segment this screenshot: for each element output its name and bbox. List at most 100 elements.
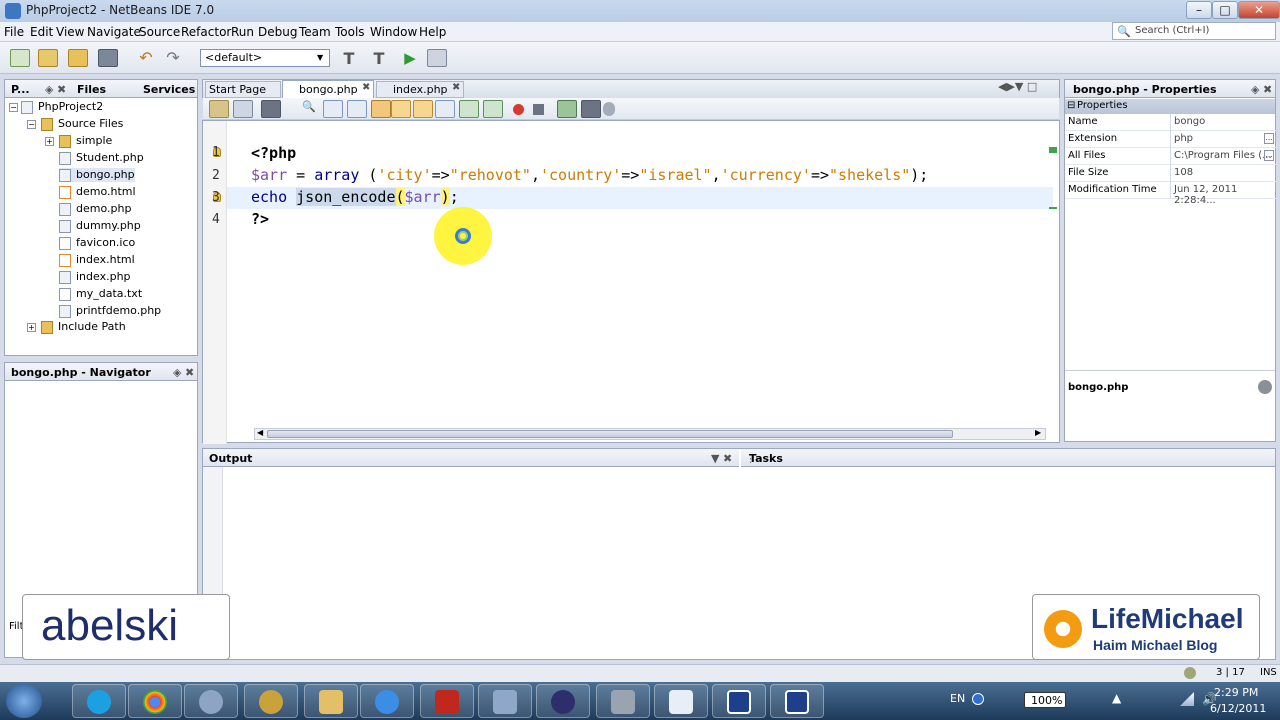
editor-horizontal-scrollbar[interactable]: ◀ ▶ (254, 428, 1046, 440)
scrollbar-thumb[interactable] (267, 430, 953, 438)
network-icon[interactable] (1180, 692, 1194, 706)
navigator-close-icon[interactable]: ◈ ✖ (173, 366, 194, 379)
forward-icon[interactable] (261, 100, 281, 118)
debug-icon[interactable] (427, 49, 447, 67)
tab-bongo-php[interactable]: bongo.php ✖ (282, 80, 374, 99)
start-macro-icon[interactable] (557, 100, 577, 118)
tree-file-selected[interactable]: bongo.php (59, 168, 135, 182)
undo-icon[interactable]: ↶ (136, 49, 156, 67)
tree-file[interactable]: my_data.txt (59, 287, 142, 301)
menu-help[interactable]: Help (419, 25, 446, 39)
taskbar-app3[interactable] (770, 684, 824, 718)
menu-refactor[interactable]: Refactor (181, 25, 231, 39)
tree-file[interactable]: favicon.ico (59, 236, 135, 250)
collapse-toggle[interactable]: ⊟ (1067, 100, 1075, 111)
open-project-icon[interactable] (68, 49, 88, 67)
property-row[interactable]: File Size 108 (1066, 165, 1276, 182)
stop-macro-icon[interactable] (533, 104, 544, 115)
expand-toggle[interactable]: + (27, 323, 36, 332)
property-row[interactable]: Modification Time Jun 12, 2011 2:28:4... (1066, 182, 1276, 206)
menu-view[interactable]: View (56, 25, 84, 39)
taskbar-recorder[interactable] (712, 684, 766, 718)
start-button[interactable] (6, 684, 42, 718)
taskbar-odf[interactable] (654, 684, 708, 718)
configuration-select[interactable]: <default> ▼ (200, 49, 330, 67)
toggle-highlight-icon[interactable] (371, 100, 391, 118)
maximize-button[interactable]: □ (1212, 1, 1238, 19)
menu-tools[interactable]: Tools (335, 25, 365, 39)
taskbar-skype[interactable] (72, 684, 126, 718)
tree-include-path[interactable]: Include Path (41, 320, 126, 334)
close-tab-icon[interactable]: ✖ (362, 82, 370, 93)
taskbar-ie[interactable] (360, 684, 414, 718)
taskbar-app2[interactable] (596, 684, 650, 718)
tab-projects[interactable]: P... (11, 83, 30, 96)
menu-source[interactable]: Source (139, 25, 180, 39)
build-icon[interactable]: T (339, 49, 359, 68)
scroll-right-icon[interactable]: ▶ (1035, 428, 1041, 437)
tree-file[interactable]: demo.php (59, 202, 131, 216)
menu-window[interactable]: Window (370, 25, 417, 39)
record-macro-icon[interactable] (513, 104, 524, 115)
collapse-toggle[interactable]: − (27, 120, 36, 129)
find-next-icon[interactable] (347, 100, 367, 118)
menu-run[interactable]: Run (231, 25, 254, 39)
tab-projects-controls[interactable]: ◈ ✖ (45, 83, 66, 96)
tree-file[interactable]: index.php (59, 270, 131, 284)
property-row[interactable]: All Files C:\Program Files (...... (1066, 148, 1276, 165)
show-hidden-icons-icon[interactable]: ▲ (1112, 691, 1121, 705)
save-all-icon[interactable] (98, 49, 118, 67)
menu-edit[interactable]: Edit (30, 25, 53, 39)
taskbar-chrome[interactable] (128, 684, 182, 718)
taskbar-eclipse[interactable] (536, 684, 590, 718)
tree-file[interactable]: dummy.php (59, 219, 141, 233)
menu-navigate[interactable]: Navigate (87, 25, 141, 39)
expand-toggle[interactable]: + (45, 137, 54, 146)
clock-time[interactable]: 2:29 PM (1214, 686, 1258, 699)
back-icon[interactable] (233, 100, 253, 118)
clean-build-icon[interactable]: T (369, 49, 389, 68)
taskbar-virtualbox[interactable] (478, 684, 532, 718)
tree-file[interactable]: printfdemo.php (59, 304, 161, 318)
new-project-icon[interactable] (38, 49, 58, 67)
ellipsis-button[interactable]: ... (1264, 133, 1274, 144)
tree-project[interactable]: PhpProject2 (21, 100, 103, 114)
tab-tasks[interactable]: Tasks (749, 452, 783, 465)
redo-icon[interactable]: ↷ (163, 49, 183, 67)
clock-date[interactable]: 6/12/2011 (1210, 702, 1266, 715)
taskbar-acrobat[interactable] (420, 684, 474, 718)
ellipsis-button[interactable]: ... (1264, 150, 1274, 161)
menu-file[interactable]: File (4, 25, 24, 39)
language-indicator[interactable]: EN (950, 692, 965, 705)
property-row[interactable]: Extension php... (1066, 131, 1276, 148)
tab-files[interactable]: Files (77, 83, 106, 96)
property-row[interactable]: Name bongo (1066, 114, 1276, 131)
tree-file[interactable]: demo.html (59, 185, 136, 199)
help-icon[interactable] (1258, 380, 1272, 394)
shift-left-icon[interactable] (459, 100, 479, 118)
tree-folder-simple[interactable]: simple (59, 134, 112, 148)
help-tray-icon[interactable] (972, 693, 984, 705)
tab-index-php[interactable]: index.php ✖ (376, 81, 464, 98)
taskbar-explorer[interactable] (304, 684, 358, 718)
run-icon[interactable]: ▶ (400, 49, 420, 67)
shift-right-icon[interactable] (483, 100, 503, 118)
previous-bookmark-icon[interactable] (391, 100, 411, 118)
tab-services[interactable]: Services (143, 83, 195, 96)
toggle-bookmark-icon[interactable] (435, 100, 455, 118)
scroll-left-icon[interactable]: ◀ (257, 428, 263, 437)
comment-icon[interactable] (581, 100, 601, 118)
new-file-icon[interactable] (10, 49, 30, 67)
last-edit-icon[interactable] (209, 100, 229, 118)
next-bookmark-icon[interactable] (413, 100, 433, 118)
battery-icon[interactable]: 100% (1024, 692, 1066, 708)
output-close-icon[interactable]: ▼ ✖ (711, 452, 732, 465)
menu-team[interactable]: Team (299, 25, 331, 39)
notification-icon[interactable] (1184, 667, 1196, 679)
taskbar-app[interactable] (244, 684, 298, 718)
find-prev-icon[interactable] (323, 100, 343, 118)
tree-source-files[interactable]: Source Files (41, 117, 123, 131)
taskbar-media[interactable] (184, 684, 238, 718)
tab-start-page[interactable]: Start Page (205, 81, 281, 98)
close-tab-icon[interactable]: ✖ (452, 82, 460, 93)
